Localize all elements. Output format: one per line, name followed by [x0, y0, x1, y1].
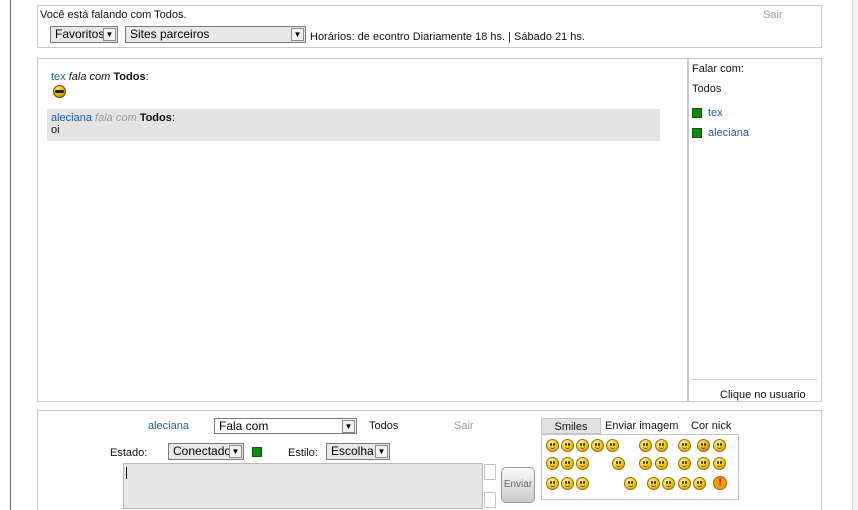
surprised-emoticon-icon[interactable]	[678, 439, 691, 452]
messages-panel: tex fala com Todos: aleciana fala com To…	[37, 58, 688, 402]
emoticon-grid: !	[541, 434, 739, 500]
smile-emoticon-icon[interactable]	[561, 457, 574, 470]
smile-emoticon-icon[interactable]	[606, 439, 619, 452]
smile-emoticon-icon[interactable]	[546, 439, 559, 452]
smile-emoticon-icon[interactable]	[678, 457, 691, 470]
right-scrollbar-edge[interactable]	[852, 0, 858, 510]
sunglasses-emoticon-icon[interactable]	[697, 439, 710, 452]
composer-exit-link[interactable]: Sair	[454, 420, 474, 432]
chevron-down-icon: ▼	[291, 28, 304, 41]
state-select[interactable]: Conectado ▼	[168, 443, 244, 460]
chevron-down-icon: ▼	[342, 420, 355, 433]
user-list-item[interactable]: tex	[692, 107, 723, 119]
message-author[interactable]: tex	[51, 71, 66, 83]
thumbs-emoticon-icon[interactable]	[662, 477, 675, 490]
dizzy-emoticon-icon[interactable]	[713, 439, 726, 452]
smile-emoticon-icon[interactable]	[639, 439, 652, 452]
users-panel-title: Falar com:	[692, 63, 744, 75]
composer-nickname[interactable]: aleciana	[148, 420, 189, 432]
music-emoticon-icon[interactable]	[591, 439, 604, 452]
smile-emoticon-icon[interactable]	[576, 439, 589, 452]
chevron-down-icon: ▼	[375, 445, 388, 458]
sick-emoticon-icon[interactable]	[576, 477, 589, 490]
state-status-icon	[252, 447, 262, 457]
message-target: Todos	[139, 112, 172, 124]
style-select[interactable]: Escolha ▼	[326, 443, 390, 460]
online-status-icon	[692, 108, 702, 118]
tab-send-image[interactable]: Enviar imagem	[605, 420, 678, 432]
chevron-down-icon: ▼	[103, 28, 116, 41]
smile-emoticon-icon[interactable]	[697, 457, 710, 470]
left-border	[10, 0, 11, 510]
sunglasses-smiley-icon	[53, 85, 66, 98]
message-verb: fala com	[68, 71, 111, 83]
message-item-highlighted: aleciana fala com Todos: oi	[47, 109, 660, 141]
smile-emoticon-icon[interactable]	[546, 477, 559, 490]
message-input[interactable]	[123, 463, 483, 509]
style-label: Estilo:	[288, 447, 318, 459]
user-list-item[interactable]: aleciana	[692, 127, 749, 139]
send-button[interactable]: Enviar	[501, 467, 535, 503]
tab-nick-color[interactable]: Cor nick	[691, 420, 731, 432]
emoticon-tabs: Smiles Enviar imagem Cor nick	[541, 418, 741, 434]
header-panel: Você está falando com Todos. Sair Favori…	[37, 5, 822, 48]
smile-emoticon-icon[interactable]	[693, 477, 706, 490]
partner-sites-select[interactable]: Sites parceiros ▼	[125, 26, 306, 43]
scroll-down-box[interactable]	[484, 492, 496, 508]
user-name[interactable]: aleciana	[708, 127, 749, 139]
smile-emoticon-icon[interactable]	[561, 439, 574, 452]
users-footer-hint: Clique no usuario	[720, 389, 806, 401]
speak-mode-select[interactable]: Fala com ▼	[214, 418, 357, 434]
favorites-select[interactable]: Favoritos ▼	[50, 26, 118, 43]
dizzy-emoticon-icon[interactable]	[713, 457, 726, 470]
schedule-text: Horários: de econtro Diariamente 18 hs. …	[310, 31, 585, 43]
warning-emoticon-icon[interactable]: !	[713, 476, 727, 490]
smile-emoticon-icon[interactable]	[546, 457, 559, 470]
state-label: Estado:	[110, 447, 148, 459]
message-item: tex fala com Todos:	[51, 71, 149, 83]
chevron-down-icon: ▼	[229, 445, 242, 458]
shocked-emoticon-icon[interactable]	[624, 477, 637, 490]
tab-smiles[interactable]: Smiles	[541, 418, 601, 434]
user-all[interactable]: Todos	[692, 83, 721, 95]
scroll-up-box[interactable]	[484, 464, 496, 480]
smile-emoticon-icon[interactable]	[655, 439, 668, 452]
composer-panel: aleciana Fala com ▼ Todos Sair Estado: C…	[37, 410, 822, 510]
smile-emoticon-icon[interactable]	[639, 457, 652, 470]
message-text: oi	[51, 124, 60, 136]
smile-emoticon-icon[interactable]	[678, 477, 691, 490]
smile-emoticon-icon[interactable]	[576, 457, 589, 470]
sad-emoticon-icon[interactable]	[612, 457, 625, 470]
user-name[interactable]: tex	[708, 107, 723, 119]
message-target: Todos	[113, 71, 146, 83]
users-panel: Falar com: Todos tex aleciana Clique no …	[688, 58, 822, 402]
users-footer-divider	[692, 379, 817, 380]
laugh-emoticon-icon[interactable]	[655, 457, 668, 470]
smile-emoticon-icon[interactable]	[647, 477, 660, 490]
message-author[interactable]: aleciana	[51, 112, 92, 124]
online-status-icon	[692, 128, 702, 138]
chat-status-text: Você está falando com Todos.	[40, 9, 187, 21]
composer-target: Todos	[369, 420, 399, 432]
text-cursor	[126, 467, 127, 479]
message-verb: fala com	[95, 112, 137, 124]
smile-emoticon-icon[interactable]	[561, 477, 574, 490]
header-exit-link[interactable]: Sair	[763, 9, 783, 21]
